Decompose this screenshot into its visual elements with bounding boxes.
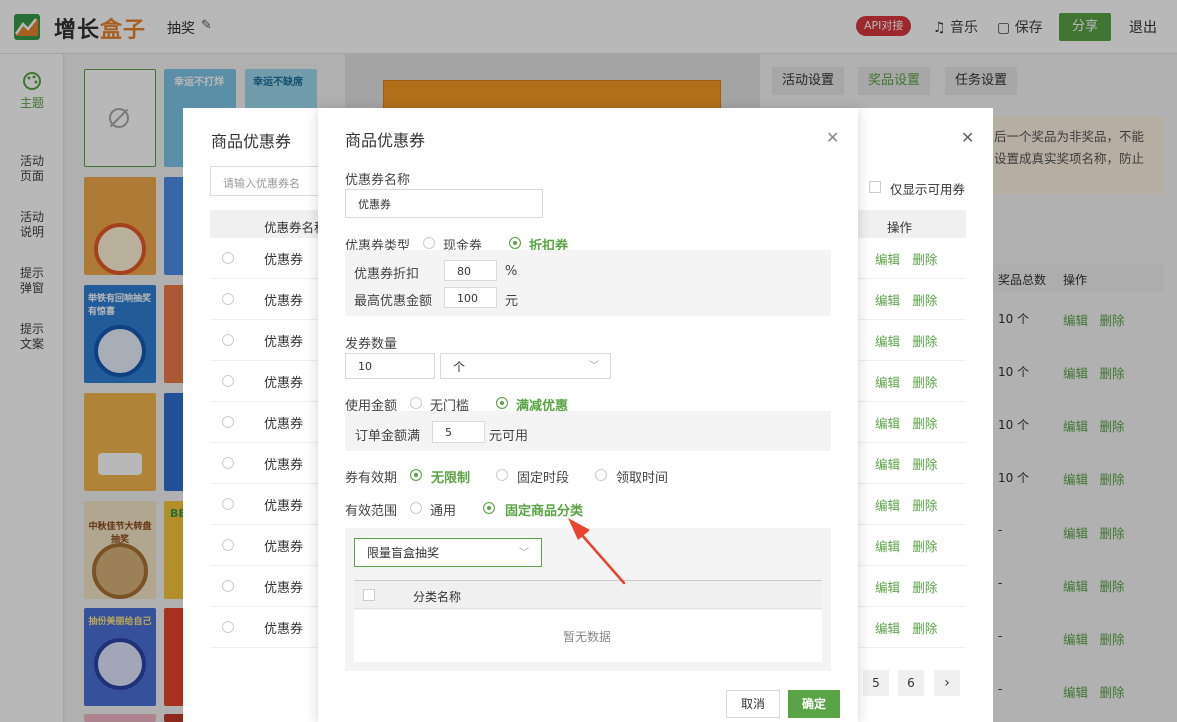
coupon-row-radio[interactable] (222, 293, 234, 305)
delete-link[interactable]: 删除 (912, 252, 937, 267)
discount-input[interactable]: 80 (444, 260, 497, 281)
empty-state-text: 暂无数据 (563, 630, 612, 644)
coupon-row-name: 优惠券 (264, 376, 304, 391)
coupon-row-radio[interactable] (222, 375, 234, 387)
validity-fixed-radio[interactable] (496, 469, 508, 481)
page-6-button[interactable]: 6 (898, 670, 924, 696)
validity-unlimited-label[interactable]: 无限制 (431, 467, 470, 486)
coupon-row-radio[interactable] (222, 621, 234, 633)
coupon-list-title: 商品优惠券 (211, 132, 292, 151)
type-discount-radio[interactable] (509, 237, 521, 249)
edit-link[interactable]: 编辑 (875, 498, 900, 513)
quantity-label: 发券数量 (345, 337, 398, 352)
coupon-row-name: 优惠券 (264, 294, 304, 309)
max-amount-label: 最高优惠金额 (354, 294, 433, 309)
red-arrow-annotation (568, 518, 626, 585)
next-page-button[interactable]: › (934, 670, 960, 696)
coupon-row-radio[interactable] (222, 539, 234, 551)
delete-link[interactable]: 删除 (912, 293, 937, 308)
discount-label: 优惠券折扣 (354, 267, 420, 282)
edit-link[interactable]: 编辑 (875, 416, 900, 431)
amount-full-radio[interactable] (496, 397, 508, 409)
delete-link[interactable]: 删除 (912, 621, 937, 636)
coupon-row-name: 优惠券 (264, 335, 304, 350)
close-icon[interactable]: ✕ (826, 128, 839, 147)
page-5-button[interactable]: 5 (863, 670, 889, 696)
only-available-label: 仅显示可用券 (890, 182, 966, 197)
delete-link[interactable]: 删除 (912, 375, 937, 390)
coupon-row-name: 优惠券 (264, 581, 304, 596)
category-table-body: 暂无数据 (354, 610, 822, 662)
delete-link[interactable]: 删除 (912, 580, 937, 595)
order-amount-input[interactable]: 5 (432, 421, 485, 443)
category-select[interactable]: 限量盲盒抽奖 ﹀ (354, 538, 542, 567)
validity-fixed-label[interactable]: 固定时段 (517, 467, 569, 486)
delete-link[interactable]: 删除 (912, 457, 937, 472)
edit-link[interactable]: 编辑 (875, 375, 900, 390)
edit-link[interactable]: 编辑 (875, 293, 900, 308)
coupon-row-name: 优惠券 (264, 499, 304, 514)
delete-link[interactable]: 删除 (912, 498, 937, 513)
order-amount-label: 订单金额满 (355, 429, 421, 444)
scope-general-label[interactable]: 通用 (430, 500, 456, 519)
coupon-name-label: 优惠券名称 (345, 173, 411, 188)
cancel-button[interactable]: 取消 (726, 690, 780, 718)
validity-receive-radio[interactable] (595, 469, 607, 481)
validity-unlimited-radio[interactable] (410, 469, 422, 481)
close-icon[interactable]: ✕ (961, 128, 974, 147)
validity-receive-label[interactable]: 领取时间 (616, 467, 668, 486)
edit-link[interactable]: 编辑 (875, 457, 900, 472)
amount-none-radio[interactable] (410, 397, 422, 409)
coupon-row-radio[interactable] (222, 334, 234, 346)
delete-link[interactable]: 删除 (912, 334, 937, 349)
only-available-checkbox[interactable] (869, 181, 881, 193)
scope-category-radio[interactable] (483, 502, 495, 514)
type-cash-radio[interactable] (423, 237, 435, 249)
confirm-button[interactable]: 确定 (788, 690, 840, 718)
coupon-row-radio[interactable] (222, 498, 234, 510)
scope-label: 有效范围 (345, 504, 398, 519)
coupon-row-radio[interactable] (222, 580, 234, 592)
edit-link[interactable]: 编辑 (875, 334, 900, 349)
delete-link[interactable]: 删除 (912, 416, 937, 431)
scope-general-radio[interactable] (410, 502, 422, 514)
select-all-checkbox[interactable] (363, 589, 375, 601)
coupon-row-radio[interactable] (222, 252, 234, 264)
coupon-row-radio[interactable] (222, 457, 234, 469)
coupon-row-name: 优惠券 (264, 417, 304, 432)
chevron-down-icon: ﹀ (589, 361, 599, 372)
edit-link[interactable]: 编辑 (875, 252, 900, 267)
max-amount-input[interactable]: 100 (444, 287, 497, 308)
edit-link[interactable]: 编辑 (875, 621, 900, 636)
coupon-row-name: 优惠券 (264, 458, 304, 473)
edit-link[interactable]: 编辑 (875, 580, 900, 595)
coupon-row-name: 优惠券 (264, 622, 304, 637)
edit-link[interactable]: 编辑 (875, 539, 900, 554)
validity-label: 券有效期 (345, 471, 398, 486)
coupon-row-name: 优惠券 (264, 253, 304, 268)
quantity-unit-select[interactable]: 个 ﹀ (440, 353, 611, 379)
dialog-title: 商品优惠券 (345, 131, 426, 150)
coupon-name-input[interactable]: 优惠券 (345, 189, 543, 218)
delete-link[interactable]: 删除 (912, 539, 937, 554)
coupon-row-radio[interactable] (222, 416, 234, 428)
chevron-down-icon: ﹀ (519, 548, 529, 559)
quantity-input[interactable]: 10 (345, 353, 435, 379)
coupon-row-name: 优惠券 (264, 540, 304, 555)
